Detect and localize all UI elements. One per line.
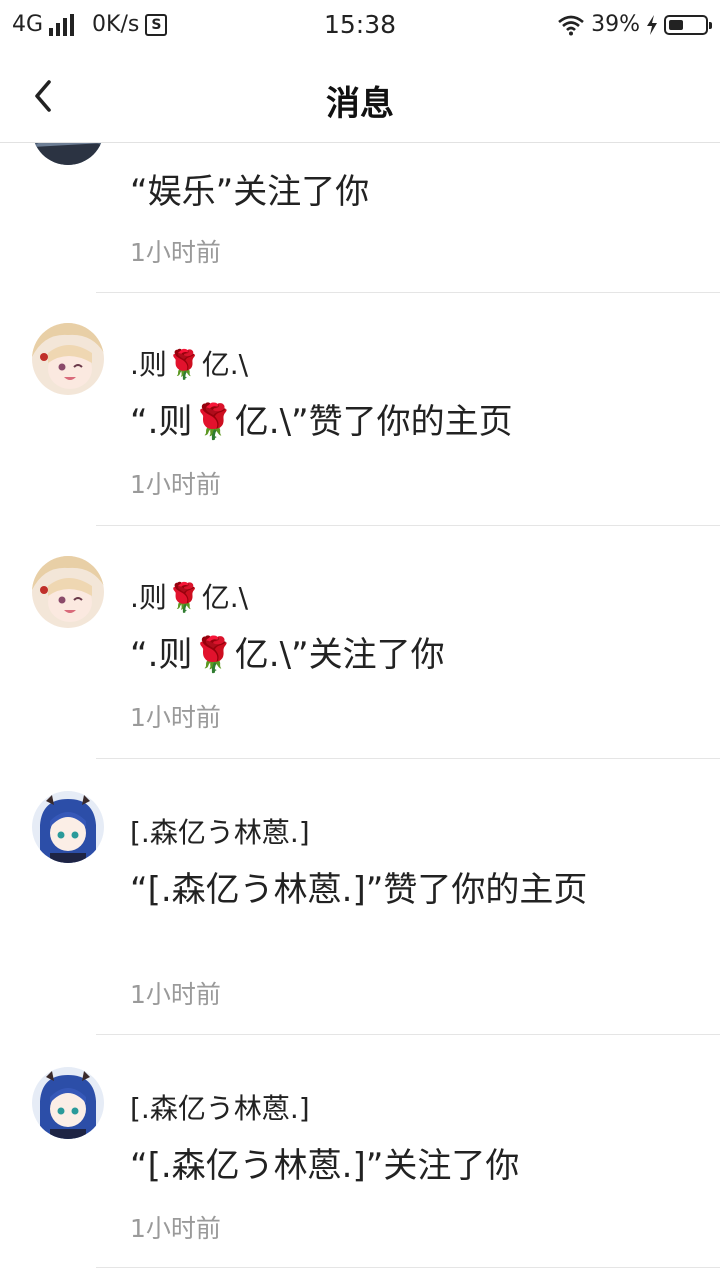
status-right: 39% [557,12,712,37]
notification-list[interactable]: “娱乐”关注了你 1小时前 .则🌹亿.\ “.则🌹亿.\”赞了你的主页 1小时前 [0,143,720,1280]
notification-time: 1小时前 [130,470,221,499]
avatar[interactable] [32,556,104,628]
notification-time: 1小时前 [130,1214,221,1243]
battery-level [669,19,683,30]
notification-message: “.则🌹亿.\”关注了你 [130,635,445,675]
user-name[interactable]: [.森亿う林蒽.] [130,1087,310,1127]
battery-percent: 39% [591,12,640,37]
divider [96,1267,720,1268]
notification-time: 1小时前 [130,238,221,267]
page-title: 消息 [326,84,394,124]
avatar[interactable] [32,323,104,395]
battery-icon [664,14,712,35]
avatar[interactable] [32,1067,104,1139]
notification-message: “[.森亿う林蒽.]”关注了你 [130,1146,520,1186]
status-bar: 4G 0K/s S 15:38 39% [0,0,720,50]
wifi-icon [558,15,584,35]
user-name[interactable]: .则🌹亿.\ [130,343,248,383]
list-item[interactable]: “娱乐”关注了你 1小时前 [0,143,720,293]
list-item[interactable]: .则🌹亿.\ “.则🌹亿.\”关注了你 1小时前 [0,526,720,759]
charging-icon [647,14,657,35]
avatar[interactable] [32,143,104,165]
notification-time: 1小时前 [130,980,221,1009]
battery-tip [709,21,712,29]
notification-message: “.则🌹亿.\”赞了你的主页 [130,402,513,442]
list-item[interactable]: [.森亿う林蒽.] “[.森亿う林蒽.]”赞了你的主页 1小时前 [0,759,720,1035]
list-item[interactable]: .则🌹亿.\ “.则🌹亿.\”赞了你的主页 1小时前 [0,293,720,526]
header: 消息 [0,50,720,143]
user-name[interactable]: [.森亿う林蒽.] [130,811,310,851]
avatar[interactable] [32,791,104,863]
user-name[interactable]: .则🌹亿.\ [130,576,248,616]
notification-message: “[.森亿う林蒽.]”赞了你的主页 [130,870,588,910]
notification-message: “娱乐”关注了你 [130,172,370,212]
list-item[interactable]: [.森亿う林蒽.] “[.森亿う林蒽.]”关注了你 1小时前 [0,1035,720,1268]
notification-time: 1小时前 [130,703,221,732]
